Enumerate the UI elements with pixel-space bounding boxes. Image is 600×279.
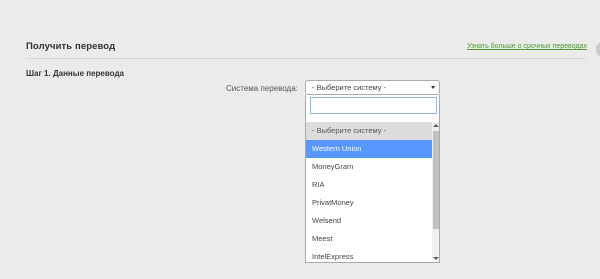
dropdown-option[interactable]: Western Union: [306, 140, 432, 158]
dropdown-options-list: - Выберите систему - Western Union MoneyGr…: [306, 122, 432, 262]
page-title: Получить перевод: [26, 41, 116, 52]
header-divider: [26, 58, 586, 59]
dropdown-option[interactable]: PrivatMoney: [306, 194, 432, 212]
dropdown-option[interactable]: RIA: [306, 176, 432, 194]
dropdown-option[interactable]: Welsend: [306, 212, 432, 230]
dropdown-option[interactable]: IntelExpress: [306, 248, 432, 262]
scrollbar-thumb[interactable]: [433, 131, 439, 229]
dropdown-option[interactable]: MoneyGram: [306, 158, 432, 176]
transfer-system-dropdown: - Выберите систему - Western Union MoneyGr…: [305, 95, 440, 263]
dropdown-option[interactable]: Meest: [306, 230, 432, 248]
scroll-down-arrow-icon[interactable]: [433, 257, 439, 260]
dropdown-scrollbar[interactable]: [432, 122, 439, 262]
dropdown-search-input[interactable]: [310, 97, 437, 114]
select-current-value: - Выберите систему -: [312, 83, 387, 92]
transfer-page: Получить перевод Узнать больше о срочных…: [0, 0, 600, 279]
scroll-up-arrow-icon[interactable]: [433, 124, 439, 127]
chevron-down-icon[interactable]: [431, 86, 435, 89]
dropdown-option[interactable]: - Выберите систему -: [306, 122, 432, 140]
step-title: Шаг 1. Данные перевода: [26, 69, 124, 78]
learn-more-link[interactable]: Узнать больше о срочных переводах: [467, 43, 587, 50]
transfer-system-label: Система перевода:: [226, 84, 298, 93]
section-header: Получить перевод Узнать больше о срочных…: [26, 41, 600, 58]
transfer-system-select[interactable]: - Выберите систему -: [305, 80, 440, 95]
help-icon[interactable]: ?: [596, 41, 600, 58]
